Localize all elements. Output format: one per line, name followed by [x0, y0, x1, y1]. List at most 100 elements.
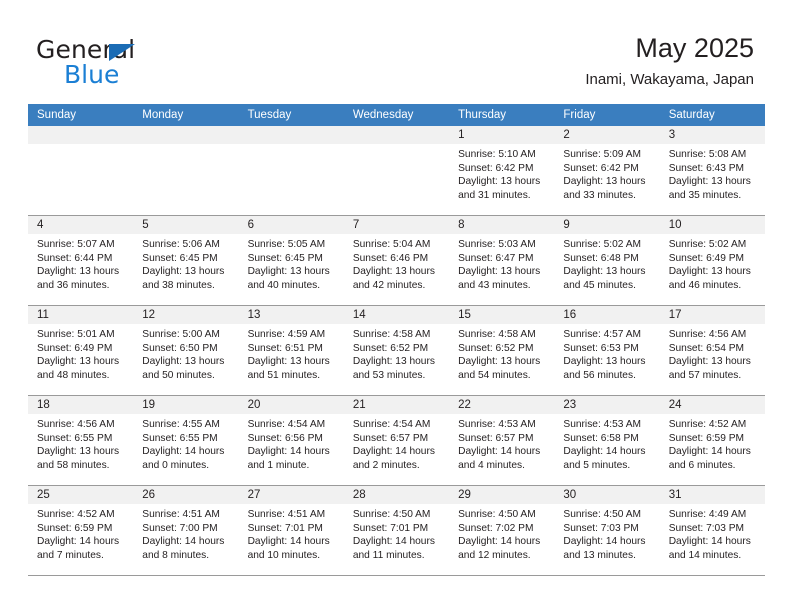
- daylight-text-line1: Daylight: 14 hours: [247, 536, 330, 548]
- day-cell[interactable]: 8 Sunrise: 5:03 AM Sunset: 6:47 PM Daylight…: [449, 216, 555, 305]
- calendar-week-row: 4 Sunrise: 5:07 AM Sunset: 6:44 PM Daylight…: [28, 216, 765, 306]
- sunset-text: Sunset: 6:58 PM: [563, 432, 639, 444]
- day-cell[interactable]: 7 Sunrise: 5:04 AM Sunset: 6:46 PM Daylight…: [343, 216, 450, 305]
- day-cell[interactable]: 23 Sunrise: 4:53 AM Sunset: 6:58 PM Dayligh…: [554, 396, 660, 485]
- daylight-text-line2: and 45 minutes.: [563, 279, 636, 291]
- day-sun-info: Sunrise: 4:50 AM Sunset: 7:03 PM Daylight:…: [554, 504, 659, 562]
- day-cell[interactable]: 20 Sunrise: 4:54 AM Sunset: 6:56 PM Dayligh…: [238, 396, 344, 485]
- day-cell[interactable]: 22 Sunrise: 4:53 AM Sunset: 6:57 PM Dayligh…: [449, 396, 555, 485]
- sunset-text: Sunset: 6:54 PM: [668, 342, 745, 354]
- day-number: 28: [352, 489, 366, 501]
- day-cell[interactable]: 12 Sunrise: 5:00 AM Sunset: 6:50 PM Dayligh…: [133, 306, 239, 395]
- weekday-header-sunday: Sunday: [37, 109, 77, 121]
- daylight-text-line2: and 2 minutes.: [352, 459, 420, 471]
- daylight-text-line1: Daylight: 13 hours: [352, 356, 435, 368]
- daylight-text-line1: Daylight: 13 hours: [668, 266, 751, 278]
- daylight-text-line1: Daylight: 13 hours: [563, 266, 646, 278]
- sunrise-text: Sunrise: 5:08 AM: [668, 149, 747, 160]
- day-cell[interactable]: 16 Sunrise: 4:57 AM Sunset: 6:53 PM Dayligh…: [554, 306, 660, 395]
- general-blue-logo[interactable]: General Blue: [36, 36, 236, 89]
- day-number-band: 13: [238, 306, 344, 324]
- sunset-text: Sunset: 6:47 PM: [458, 252, 534, 264]
- day-cell[interactable]: 6 Sunrise: 5:05 AM Sunset: 6:45 PM Daylight…: [238, 216, 344, 305]
- daylight-text-line1: Daylight: 13 hours: [458, 266, 541, 278]
- day-cell[interactable]: 28 Sunrise: 4:50 AM Sunset: 7:01 PM Dayligh…: [343, 486, 450, 575]
- day-number: 30: [563, 489, 577, 501]
- day-number: 6: [247, 219, 254, 231]
- daylight-text-line2: and 40 minutes.: [247, 279, 321, 291]
- day-cell[interactable]: 29 Sunrise: 4:50 AM Sunset: 7:02 PM Dayligh…: [449, 486, 555, 575]
- daylight-text-line2: and 1 minute.: [247, 459, 310, 471]
- day-cell[interactable]: 17 Sunrise: 4:56 AM Sunset: 6:54 PM Dayligh…: [659, 306, 765, 395]
- day-sun-info: Sunrise: 5:02 AM Sunset: 6:49 PM Daylight:…: [660, 234, 765, 292]
- daylight-text-line1: Daylight: 14 hours: [142, 536, 225, 548]
- day-cell[interactable]: 14 Sunrise: 4:58 AM Sunset: 6:52 PM Dayligh…: [343, 306, 450, 395]
- day-cell[interactable]: 31 Sunrise: 4:49 AM Sunset: 7:03 PM Dayligh…: [659, 486, 765, 575]
- sunset-text: Sunset: 6:51 PM: [247, 342, 323, 354]
- day-number-band: 9: [554, 216, 660, 234]
- daylight-text-line1: Daylight: 13 hours: [458, 356, 541, 368]
- daylight-text-line2: and 0 minutes.: [142, 459, 210, 471]
- day-cell[interactable]: 15 Sunrise: 4:58 AM Sunset: 6:52 PM Dayligh…: [449, 306, 555, 395]
- day-cell[interactable]: 11 Sunrise: 5:01 AM Sunset: 6:49 PM Dayligh…: [28, 306, 134, 395]
- day-cell[interactable]: 10 Sunrise: 5:02 AM Sunset: 6:49 PM Dayligh…: [659, 216, 765, 305]
- day-cell-empty: [28, 126, 134, 215]
- day-cell[interactable]: 13 Sunrise: 4:59 AM Sunset: 6:51 PM Dayligh…: [238, 306, 344, 395]
- sunrise-text: Sunrise: 5:06 AM: [142, 239, 220, 250]
- day-number: 14: [352, 309, 366, 321]
- day-number: 17: [668, 309, 682, 321]
- sunrise-text: Sunrise: 4:57 AM: [563, 329, 641, 340]
- day-cell[interactable]: 1 Sunrise: 5:10 AM Sunset: 6:42 PM Daylight…: [449, 126, 555, 215]
- day-cell[interactable]: 24 Sunrise: 4:52 AM Sunset: 6:59 PM Dayligh…: [659, 396, 765, 485]
- daylight-text-line2: and 54 minutes.: [458, 369, 531, 381]
- day-cell[interactable]: 9 Sunrise: 5:02 AM Sunset: 6:48 PM Daylight…: [554, 216, 660, 305]
- day-cell[interactable]: 30 Sunrise: 4:50 AM Sunset: 7:03 PM Dayligh…: [554, 486, 660, 575]
- day-cell[interactable]: 26 Sunrise: 4:51 AM Sunset: 7:00 PM Dayligh…: [133, 486, 239, 575]
- daylight-text-line2: and 8 minutes.: [142, 549, 210, 561]
- day-cell[interactable]: 2 Sunrise: 5:09 AM Sunset: 6:42 PM Daylight…: [554, 126, 660, 215]
- sunrise-text: Sunrise: 4:51 AM: [247, 509, 326, 520]
- daylight-text-line1: Daylight: 14 hours: [37, 536, 120, 548]
- daylight-text-line1: Daylight: 13 hours: [668, 176, 751, 188]
- day-sun-info: Sunrise: 4:53 AM Sunset: 6:58 PM Daylight:…: [554, 414, 659, 472]
- daylight-text-line1: Daylight: 13 hours: [247, 356, 330, 368]
- sunrise-text: Sunrise: 4:52 AM: [37, 509, 115, 520]
- day-cell[interactable]: 25 Sunrise: 4:52 AM Sunset: 6:59 PM Dayligh…: [28, 486, 134, 575]
- day-number-band: 30: [554, 486, 660, 504]
- sunset-text: Sunset: 6:44 PM: [37, 252, 113, 264]
- day-cell[interactable]: 18 Sunrise: 4:56 AM Sunset: 6:55 PM Dayligh…: [28, 396, 134, 485]
- sunset-text: Sunset: 6:43 PM: [668, 162, 745, 174]
- day-cell[interactable]: 27 Sunrise: 4:51 AM Sunset: 7:01 PM Dayligh…: [238, 486, 344, 575]
- sunset-text: Sunset: 7:01 PM: [247, 522, 323, 534]
- sunrise-text: Sunrise: 4:56 AM: [668, 329, 747, 340]
- day-number-band: 1: [449, 126, 555, 144]
- daylight-text-line1: Daylight: 13 hours: [37, 446, 120, 458]
- day-cell[interactable]: 21 Sunrise: 4:54 AM Sunset: 6:57 PM Dayligh…: [343, 396, 450, 485]
- sunrise-text: Sunrise: 5:09 AM: [563, 149, 641, 160]
- daylight-text-line2: and 56 minutes.: [563, 369, 636, 381]
- daylight-text-line2: and 58 minutes.: [37, 459, 110, 471]
- day-cell[interactable]: 4 Sunrise: 5:07 AM Sunset: 6:44 PM Daylight…: [28, 216, 134, 305]
- day-cell[interactable]: 19 Sunrise: 4:55 AM Sunset: 6:55 PM Dayligh…: [133, 396, 239, 485]
- day-number-band: 12: [133, 306, 239, 324]
- day-sun-info: Sunrise: 4:50 AM Sunset: 7:01 PM Daylight:…: [344, 504, 449, 562]
- day-number-band: 4: [28, 216, 134, 234]
- daylight-text-line2: and 33 minutes.: [563, 189, 636, 201]
- day-cell[interactable]: 5 Sunrise: 5:06 AM Sunset: 6:45 PM Daylight…: [133, 216, 239, 305]
- sunset-text: Sunset: 6:45 PM: [142, 252, 218, 264]
- day-number: 22: [458, 399, 471, 411]
- daylight-text-line2: and 36 minutes.: [37, 279, 110, 291]
- daylight-text-line1: Daylight: 14 hours: [142, 446, 225, 458]
- sunrise-text: Sunrise: 5:01 AM: [37, 329, 115, 340]
- day-sun-info: Sunrise: 4:54 AM Sunset: 6:57 PM Daylight:…: [344, 414, 449, 472]
- calendar-weeks: 1 Sunrise: 5:10 AM Sunset: 6:42 PM Daylight…: [28, 126, 765, 576]
- day-number: 5: [142, 219, 149, 231]
- daylight-text-line1: Daylight: 13 hours: [668, 356, 751, 368]
- day-cell[interactable]: 3 Sunrise: 5:08 AM Sunset: 6:43 PM Daylight…: [659, 126, 765, 215]
- day-sun-info: Sunrise: 5:04 AM Sunset: 6:46 PM Daylight:…: [344, 234, 449, 292]
- sunrise-text: Sunrise: 5:10 AM: [458, 149, 536, 160]
- sunrise-text: Sunrise: 4:56 AM: [37, 419, 115, 430]
- day-sun-info: Sunrise: 4:50 AM Sunset: 7:02 PM Daylight:…: [449, 504, 554, 562]
- sunset-text: Sunset: 6:59 PM: [668, 432, 745, 444]
- calendar-week-row: 18 Sunrise: 4:56 AM Sunset: 6:55 PM Dayligh…: [28, 396, 765, 486]
